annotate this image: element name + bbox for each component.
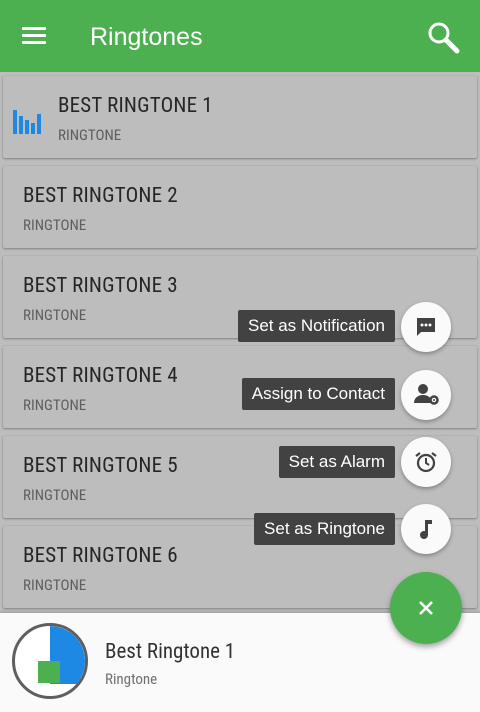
set-alarm-button[interactable] xyxy=(401,437,451,487)
music-note-icon xyxy=(420,520,432,540)
ringtone-subtitle: RINGTONE xyxy=(23,216,87,234)
close-speed-dial-button[interactable] xyxy=(390,572,462,644)
ringtone-title: BEST RINGTONE 6 xyxy=(23,544,178,568)
ringtone-title: BEST RINGTONE 2 xyxy=(23,184,178,208)
ringtone-subtitle: RINGTONE xyxy=(23,576,87,594)
ringtone-subtitle: RINGTONE xyxy=(58,126,122,144)
message-icon xyxy=(417,318,435,336)
alarm-icon xyxy=(415,452,437,473)
now-playing-subtitle: Ringtone xyxy=(105,670,158,688)
app-bar: Ringtones xyxy=(0,0,480,72)
ringtone-subtitle: RINGTONE xyxy=(23,306,87,324)
close-icon xyxy=(419,601,433,615)
ringtone-title: BEST RINGTONE 4 xyxy=(23,364,178,388)
set-ringtone-label[interactable]: Set as Ringtone xyxy=(254,513,395,545)
ringtone-title: BEST RINGTONE 1 xyxy=(58,94,213,118)
set-ringtone-button[interactable] xyxy=(401,504,451,554)
ringtone-title: BEST RINGTONE 3 xyxy=(23,274,178,298)
ringtone-subtitle: RINGTONE xyxy=(23,486,87,504)
now-playing-title: Best Ringtone 1 xyxy=(105,640,236,664)
assign-contact-button[interactable] xyxy=(401,370,451,420)
playing-equalizer-icon xyxy=(13,110,41,134)
set-notification-button[interactable] xyxy=(401,302,451,352)
set-alarm-label[interactable]: Set as Alarm xyxy=(278,446,395,478)
app-title: Ringtones xyxy=(90,23,203,51)
album-art xyxy=(12,623,88,699)
ringtone-subtitle: RINGTONE xyxy=(23,396,87,414)
menu-icon[interactable] xyxy=(16,20,52,52)
contact-settings-icon xyxy=(414,384,439,405)
set-notification-label[interactable]: Set as Notification xyxy=(237,310,395,342)
list-item[interactable]: BEST RINGTONE 1 RINGTONE xyxy=(3,76,477,158)
search-icon[interactable] xyxy=(426,20,462,54)
ringtone-title: BEST RINGTONE 5 xyxy=(23,454,178,478)
assign-contact-label[interactable]: Assign to Contact xyxy=(241,378,395,410)
list-item[interactable]: BEST RINGTONE 2 RINGTONE xyxy=(3,166,477,248)
